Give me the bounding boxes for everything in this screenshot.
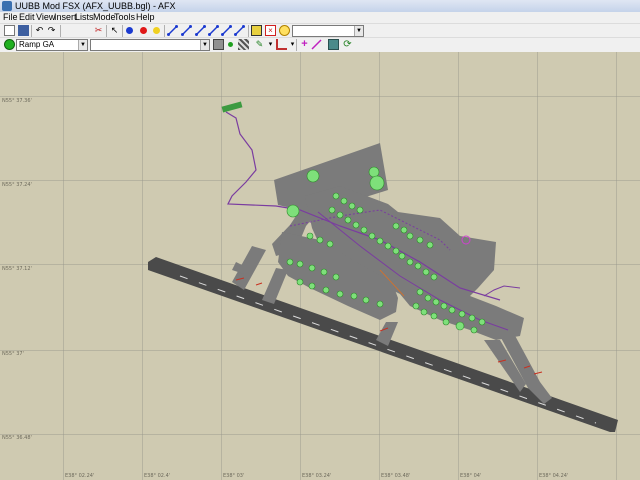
chevron-down-icon[interactable]: ▼ — [354, 26, 363, 36]
refresh-icon[interactable]: ⟳ — [342, 39, 353, 50]
delete-icon[interactable]: × — [265, 25, 276, 36]
paint-icon[interactable]: ✎ — [254, 39, 265, 50]
map-canvas[interactable]: N55° 37.36' N55° 37.24' N55° 37.12' N55°… — [0, 52, 640, 480]
gray-square-icon[interactable] — [213, 39, 224, 50]
plus-icon[interactable]: + — [299, 39, 310, 50]
menu-insert[interactable]: Insert — [54, 12, 77, 23]
line-icon[interactable] — [311, 39, 322, 50]
mode-combo[interactable]: Ramp GA ▼ — [16, 39, 88, 51]
mode-combo-value: Ramp GA — [19, 40, 55, 49]
chevron-down-icon[interactable]: ▾ — [265, 39, 276, 50]
chevron-down-icon[interactable]: ▼ — [78, 40, 87, 50]
green-dot-icon[interactable] — [4, 39, 15, 50]
menu-view[interactable]: View — [36, 12, 55, 23]
link-icon[interactable] — [195, 25, 206, 36]
clock-icon[interactable] — [279, 25, 290, 36]
link-icon[interactable] — [221, 25, 232, 36]
menu-mode[interactable]: Mode — [93, 12, 116, 23]
red-point-icon[interactable] — [140, 27, 147, 34]
link-icon[interactable] — [181, 25, 192, 36]
new-icon[interactable] — [4, 25, 15, 36]
object-combo[interactable]: ▼ — [292, 25, 364, 37]
scissors-icon[interactable]: ✂ — [93, 25, 104, 36]
menu-lists[interactable]: Lists — [75, 12, 94, 23]
app-icon — [2, 1, 12, 11]
taxiway — [262, 268, 288, 304]
link-icon[interactable] — [234, 25, 245, 36]
menu-edit[interactable]: Edit — [19, 12, 35, 23]
menu-help[interactable]: Help — [136, 12, 155, 23]
taxi-path — [483, 285, 521, 297]
green-dot-icon[interactable] — [228, 42, 233, 47]
taxi-sign — [221, 101, 243, 113]
save-icon[interactable] — [18, 25, 29, 36]
link-icon[interactable] — [208, 25, 219, 36]
link-icon[interactable] — [167, 25, 178, 36]
main-toolbar: ↶ ↷ ✂ ↖ × 💡 ▼ — [0, 23, 640, 38]
hatch-icon[interactable] — [238, 39, 249, 50]
menu-bar: File Edit View Insert Lists Mode Tools H… — [0, 12, 640, 23]
menu-file[interactable]: File — [3, 12, 18, 23]
select-arrow-icon[interactable]: ↖ — [109, 25, 120, 36]
search-combo[interactable]: ▼ — [90, 39, 210, 51]
mode-toolbar: Ramp GA ▼ ▼ ✎ ▾ ▾ + ⟳ — [0, 37, 640, 53]
chevron-down-icon[interactable]: ▼ — [200, 40, 209, 50]
taxi-sign-icon[interactable] — [251, 25, 262, 36]
menu-tools[interactable]: Tools — [114, 12, 135, 23]
edge-icon[interactable] — [276, 39, 287, 50]
window-title: UUBB Mod FSX (AFX_UUBB.bgl) - AFX — [15, 1, 176, 11]
airport-layout[interactable] — [0, 52, 640, 480]
redo-icon[interactable]: ↷ — [46, 25, 57, 36]
undo-icon[interactable]: ↶ — [34, 25, 45, 36]
building-icon[interactable] — [328, 39, 339, 50]
yellow-point-icon[interactable] — [153, 27, 160, 34]
blue-point-icon[interactable] — [126, 27, 133, 34]
